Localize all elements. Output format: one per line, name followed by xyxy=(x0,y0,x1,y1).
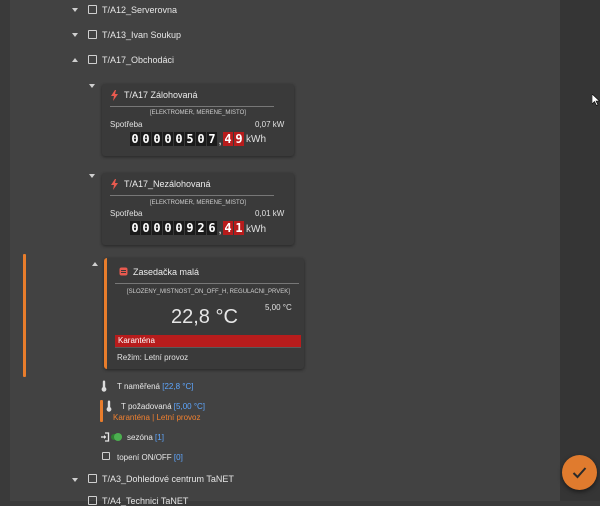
meter-title: T/A17 Zálohovaná xyxy=(124,90,198,100)
digit: 0 xyxy=(163,132,173,146)
meter-card-nezalohovana: T/A17_Nezálohovaná [ELEKTROMER, MERENE_M… xyxy=(102,173,294,245)
checkbox[interactable] xyxy=(88,55,97,64)
digit: 0 xyxy=(196,132,206,146)
energy-counter: 0 0 0 0 0 9 2 6 , 4 1 xyxy=(130,221,244,236)
digit: 0 xyxy=(152,221,162,235)
consumption-label: Spotřeba xyxy=(110,120,143,129)
checkbox[interactable] xyxy=(88,474,97,483)
tree-item-dohledove-centrum[interactable]: T/A3_Dohledové centrum TaNET xyxy=(102,474,234,484)
tree-item-obchodaci[interactable]: T/A17_Obchodáci xyxy=(102,55,174,65)
checkbox[interactable] xyxy=(88,30,97,39)
digit: 7 xyxy=(207,132,217,146)
side-strip xyxy=(560,0,600,501)
digit: 6 xyxy=(207,221,217,235)
lightning-icon xyxy=(111,179,118,190)
required-temp-status: Karanténa | Letní provoz xyxy=(113,413,201,422)
collapse-card-icon[interactable] xyxy=(92,262,98,266)
digit: 0 xyxy=(174,221,184,235)
alert-bar: Karanténa xyxy=(115,335,301,347)
login-arrow-icon xyxy=(101,432,110,442)
measured-temp-label: T naměřená xyxy=(117,382,160,391)
thermometer-icon xyxy=(106,400,112,412)
heating-checkbox[interactable] xyxy=(102,452,110,460)
measured-temp-row: T naměřená [22,8 °C] xyxy=(117,382,193,391)
power-value: 0,07 kW xyxy=(255,120,285,129)
expand-toggle-icon[interactable] xyxy=(72,478,78,482)
season-value: [1] xyxy=(155,433,164,442)
meter-card-zalohovana: T/A17 Zálohovaná [ELEKTROMER, MERENE_MIS… xyxy=(102,84,294,156)
lightning-icon xyxy=(111,90,118,101)
tree-item-serverovna[interactable]: T/A12_Serverovna xyxy=(102,5,177,15)
confirm-fab-button[interactable] xyxy=(562,455,597,490)
collapse-toggle-icon[interactable] xyxy=(72,58,78,62)
tree-panel xyxy=(10,0,560,501)
required-temp-value: [5,00 °C] xyxy=(173,402,206,411)
heater-icon xyxy=(119,267,128,276)
collapse-card-icon[interactable] xyxy=(89,84,95,88)
room-mode: Režim: Letní provoz xyxy=(117,353,189,362)
mouse-cursor-icon xyxy=(592,94,600,106)
digit: 0 xyxy=(130,132,140,146)
required-temp-row[interactable]: T požadovaná [5,00 °C] xyxy=(121,402,205,411)
decimal-digit: 9 xyxy=(234,132,244,146)
expand-toggle-icon[interactable] xyxy=(72,8,78,12)
checkbox[interactable] xyxy=(88,5,97,14)
room-temperature: 22,8 °C xyxy=(171,306,238,328)
check-icon xyxy=(572,467,587,479)
energy-unit: kWh xyxy=(246,224,266,235)
decimal-separator: , xyxy=(218,133,222,147)
digit: 0 xyxy=(152,132,162,146)
divider xyxy=(110,195,274,196)
tree-item-technici[interactable]: T/A4_Technici TaNET xyxy=(102,496,188,506)
digit: 2 xyxy=(196,221,206,235)
selection-accent-bar xyxy=(23,254,26,377)
alert-text: Karanténa xyxy=(118,336,155,345)
meter-title: T/A17_Nezálohovaná xyxy=(124,179,211,189)
thermometer-icon xyxy=(101,380,107,392)
divider xyxy=(115,347,301,348)
meter-tag: [ELEKTROMER, MERENE_MISTO] xyxy=(150,110,246,116)
expand-toggle-icon[interactable] xyxy=(72,33,78,37)
season-label: sezóna xyxy=(127,433,153,442)
digit: 0 xyxy=(130,221,140,235)
digit: 0 xyxy=(141,132,151,146)
decimal-digit: 4 xyxy=(223,221,233,235)
collapse-card-icon[interactable] xyxy=(89,174,95,178)
energy-unit: kWh xyxy=(246,134,266,145)
heating-row: topení ON/OFF [0] xyxy=(117,453,183,462)
decimal-separator: , xyxy=(218,222,222,236)
divider xyxy=(115,283,299,284)
digit: 0 xyxy=(174,132,184,146)
room-card: Zasedačka malá [SLOZENY_MISTNOST_ON_OFF_… xyxy=(104,258,304,369)
digit: 0 xyxy=(141,221,151,235)
decimal-digit: 4 xyxy=(223,132,233,146)
power-value: 0,01 kW xyxy=(255,209,285,218)
required-temp-label: T požadovaná xyxy=(121,402,172,411)
digit: 9 xyxy=(185,221,195,235)
measured-temp-value: [22,8 °C] xyxy=(162,382,194,391)
season-toggle-switch[interactable] xyxy=(111,433,122,441)
consumption-label: Spotřeba xyxy=(110,209,143,218)
heating-value: [0] xyxy=(173,453,183,462)
energy-counter: 0 0 0 0 0 5 0 7 , 4 9 xyxy=(130,132,244,147)
meter-tag: [ELEKTROMER, MERENE_MISTO] xyxy=(150,200,246,206)
divider xyxy=(110,106,274,107)
selection-accent-bar xyxy=(100,400,103,422)
room-tag: [SLOZENY_MISTNOST_ON_OFF_H, REGULACNI_PR… xyxy=(127,289,290,295)
digit: 5 xyxy=(185,132,195,146)
heating-label: topení ON/OFF xyxy=(117,453,172,462)
decimal-digit: 1 xyxy=(234,221,244,235)
digit: 0 xyxy=(163,221,173,235)
tree-item-ivan-soukup[interactable]: T/A13_Ivan Soukup xyxy=(102,30,181,40)
room-title: Zasedačka malá xyxy=(133,267,200,277)
season-row: sezóna [1] xyxy=(127,433,164,442)
room-setpoint: 5,00 °C xyxy=(265,303,292,312)
